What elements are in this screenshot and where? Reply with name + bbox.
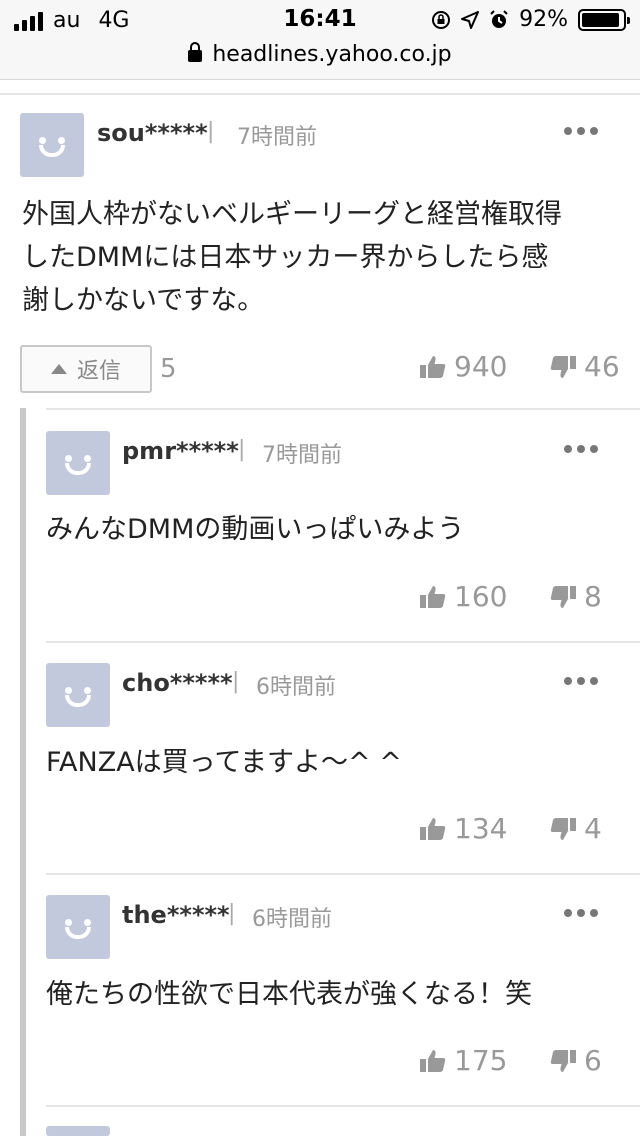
thumbs-down-icon	[550, 585, 576, 608]
reply-label: 返信	[76, 359, 121, 384]
thumbs-up-icon	[420, 817, 446, 840]
thread-line	[20, 408, 26, 1136]
thumbs-up-icon	[420, 355, 446, 378]
top-divider	[0, 93, 640, 95]
comment-time: 7時間前	[262, 443, 342, 468]
username[interactable]: pmr*****	[122, 437, 239, 465]
avatar[interactable]	[46, 663, 110, 727]
comment-text: 外国人枠がないベルギーリーグと経営権取得 したDMMには日本サッカー界からしたら…	[22, 193, 562, 322]
comment-time: 6時間前	[252, 907, 332, 932]
alarm-icon	[490, 9, 508, 28]
dislike-button[interactable]: 8	[550, 580, 602, 613]
comment-time: 6時間前	[256, 675, 336, 700]
avatar[interactable]	[46, 895, 110, 959]
battery-percent: 92%	[519, 7, 568, 32]
status-right: 92%	[431, 7, 630, 32]
thumbs-up-icon	[420, 585, 446, 608]
thumbs-down-icon	[550, 355, 576, 378]
like-button[interactable]: 175	[420, 1044, 507, 1077]
orientation-lock-icon	[432, 10, 451, 29]
avatar-partial[interactable]	[46, 1126, 110, 1136]
status-bar: au 4G 16:41 92%	[0, 0, 640, 40]
lock-icon	[188, 42, 203, 62]
avatar[interactable]	[20, 113, 84, 177]
reply-toggle-button[interactable]: 返信	[20, 345, 152, 393]
caret-up-icon	[50, 364, 67, 374]
like-button[interactable]: 160	[420, 580, 507, 613]
battery-fill	[582, 12, 619, 27]
dislike-count: 8	[584, 580, 602, 613]
like-count: 134	[454, 812, 508, 845]
separator: |	[228, 901, 236, 926]
like-count: 940	[454, 350, 508, 383]
separator: |	[238, 437, 246, 462]
url-text: headlines.yahoo.co.jp	[212, 42, 452, 67]
more-dots-icon[interactable]	[564, 127, 598, 135]
divider	[46, 1105, 640, 1107]
comment-text-line: 外国人枠がないベルギーリーグと経営権取得	[22, 199, 562, 230]
divider	[46, 873, 640, 875]
battery-icon	[578, 8, 630, 31]
avatar[interactable]	[46, 431, 110, 495]
separator: |	[207, 119, 215, 144]
dislike-count: 6	[584, 1044, 602, 1077]
username[interactable]: sou*****	[97, 119, 208, 147]
comment-text-line: 謝しかないですな。	[22, 285, 265, 316]
like-count: 175	[454, 1044, 508, 1077]
like-button[interactable]: 940	[420, 350, 507, 383]
dislike-button[interactable]: 46	[550, 350, 620, 383]
like-count: 160	[454, 580, 508, 613]
dislike-button[interactable]: 6	[550, 1044, 602, 1077]
divider	[46, 641, 640, 643]
address-bar[interactable]: headlines.yahoo.co.jp	[0, 40, 640, 80]
like-button[interactable]: 134	[420, 812, 507, 845]
thumbs-down-icon	[550, 1049, 576, 1072]
comment-text-line: したDMMには日本サッカー界からしたら感	[22, 242, 549, 273]
thumbs-down-icon	[550, 817, 576, 840]
dislike-button[interactable]: 4	[550, 812, 602, 845]
dislike-count: 46	[584, 350, 620, 383]
separator: |	[232, 669, 240, 694]
reply-count: 5	[160, 354, 177, 384]
more-dots-icon[interactable]	[564, 445, 598, 453]
location-arrow-icon	[461, 10, 480, 29]
dislike-count: 4	[584, 812, 602, 845]
comment-text: FANZAは買ってますよ〜^ ^	[46, 747, 402, 778]
username[interactable]: the*****	[122, 901, 230, 929]
username[interactable]: cho*****	[122, 669, 233, 697]
comment-text: 俺たちの性欲で日本代表が強くなる！笑	[46, 979, 532, 1010]
more-dots-icon[interactable]	[564, 909, 598, 917]
comment-time: 7時間前	[237, 125, 317, 150]
more-dots-icon[interactable]	[564, 677, 598, 685]
comment-text: みんなDMMの動画いっぱいみよう	[46, 514, 465, 545]
thumbs-up-icon	[420, 1049, 446, 1072]
divider	[46, 408, 640, 410]
